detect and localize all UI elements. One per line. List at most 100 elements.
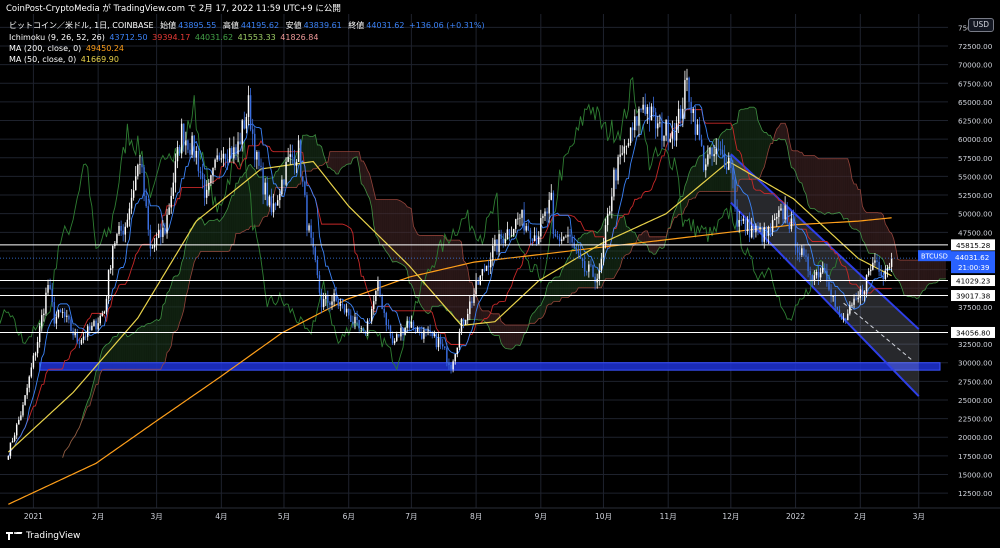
- cloud-segment: [937, 260, 940, 282]
- cloud-segment: [570, 249, 573, 297]
- low-label: 安値: [285, 21, 302, 30]
- ma50-legend[interactable]: MA (50, close, 0) 41669.90: [9, 55, 119, 65]
- candle-body: [604, 225, 607, 244]
- candle-body: [711, 147, 713, 157]
- chart-header: CoinPost-CryptoMedia が TradingView.com で…: [0, 0, 950, 66]
- candle-body: [287, 156, 289, 162]
- candle-body: [379, 280, 381, 297]
- time-tick-label: 2021: [24, 512, 43, 521]
- cloud-segment: [854, 183, 857, 230]
- price-chart[interactable]: 12500.00 15000.00 17500.00 20000.00 22500.00…: [0, 0, 1000, 548]
- candle-body: [715, 148, 717, 155]
- cloud-segment: [856, 183, 859, 231]
- candle-body: [464, 320, 467, 325]
- candle-body: [180, 123, 183, 154]
- candle-body: [487, 265, 490, 268]
- candle-body: [500, 234, 502, 239]
- candle-body: [646, 107, 649, 114]
- candle-body: [890, 258, 893, 267]
- candle-body: [272, 203, 275, 213]
- candle-body: [600, 258, 603, 271]
- candle-body: [130, 197, 133, 209]
- candle-body: [679, 108, 682, 119]
- cloud-segment: [332, 151, 335, 171]
- open-label: 始値: [160, 21, 177, 30]
- currency-button[interactable]: USD: [968, 18, 994, 32]
- ma200-legend[interactable]: MA (200, close, 0) 49450.24: [9, 44, 124, 54]
- candle-body: [216, 155, 218, 160]
- cloud-segment: [879, 212, 882, 258]
- ichimoku-legend[interactable]: Ichimoku (9, 26, 52, 26) 43712.50 39394.…: [9, 33, 318, 43]
- candle-body: [91, 325, 93, 330]
- candle-body: [669, 138, 672, 143]
- cloud-segment: [348, 151, 351, 164]
- cloud-segment: [751, 107, 754, 180]
- symbol-tag-label: BTCUSD: [921, 253, 948, 261]
- cloud-segment: [757, 120, 761, 179]
- candle-body: [707, 154, 709, 165]
- candle-body: [750, 225, 753, 238]
- candle-body: [28, 376, 30, 388]
- candle-body: [598, 270, 601, 279]
- publisher-line: CoinPost-CryptoMedia が TradingView.com で…: [6, 4, 341, 14]
- cloud-segment: [914, 260, 917, 299]
- cloud-segment: [336, 151, 339, 175]
- candle-body: [247, 95, 250, 117]
- candle-body: [815, 271, 818, 276]
- price-tick-label: 32500.00: [958, 340, 993, 349]
- candle-body: [529, 230, 532, 239]
- candle-body: [615, 169, 617, 181]
- ichimoku-label: Ichimoku (9, 26, 52, 26): [9, 33, 105, 42]
- candle-body: [698, 124, 701, 140]
- candle-body: [352, 321, 354, 324]
- cloud-segment: [400, 201, 404, 266]
- candle-body: [517, 218, 519, 220]
- candle-body: [481, 269, 484, 276]
- candle-body: [308, 225, 310, 231]
- cloud-segment: [156, 319, 159, 370]
- candle-body: [95, 320, 97, 330]
- candle-body: [347, 308, 350, 316]
- candle-body: [122, 230, 124, 235]
- high-label: 高値: [222, 21, 239, 30]
- candle-body: [832, 296, 834, 297]
- candle-body: [634, 116, 636, 131]
- candle-body: [734, 179, 736, 207]
- candle-body: [657, 123, 659, 129]
- tradingview-logo[interactable]: TradingView: [6, 531, 80, 541]
- candle-body: [467, 314, 469, 321]
- symbol-legend[interactable]: ビットコイン／米ドル, 1日, COINBASE 始値 43895.55 高値 44…: [9, 21, 485, 31]
- candle-body: [183, 123, 185, 146]
- candle-body: [512, 228, 515, 236]
- candle-body: [621, 153, 623, 155]
- candle-body: [20, 415, 22, 420]
- candle-body: [335, 293, 337, 301]
- candle-body: [15, 424, 18, 436]
- candle-body: [744, 218, 747, 232]
- cloud-segment: [816, 157, 819, 212]
- candle-body: [840, 313, 843, 320]
- candle-body: [592, 265, 594, 277]
- candle-body: [667, 119, 669, 143]
- cloud-segment: [933, 260, 936, 284]
- candle-body: [260, 165, 262, 167]
- candle-body: [226, 158, 229, 162]
- candle-body: [602, 243, 605, 259]
- candle-body: [345, 308, 348, 313]
- cloud-segment: [638, 234, 642, 242]
- candle-body: [418, 327, 421, 333]
- cloud-segment: [413, 226, 416, 298]
- price-tick-label: 70000.00: [958, 61, 993, 70]
- candle-body: [145, 195, 147, 207]
- candle-body: [389, 325, 392, 336]
- candle-body: [759, 227, 761, 230]
- cloud-segment: [258, 177, 262, 227]
- candle-body: [469, 301, 471, 315]
- candle-body: [57, 309, 60, 317]
- cloud-segment: [398, 200, 401, 264]
- cloud-segment: [227, 202, 230, 252]
- tradingview-logo-text: TradingView: [26, 531, 81, 541]
- candle-body: [41, 315, 43, 327]
- candle-body: [43, 313, 45, 316]
- cloud-segment: [409, 207, 412, 285]
